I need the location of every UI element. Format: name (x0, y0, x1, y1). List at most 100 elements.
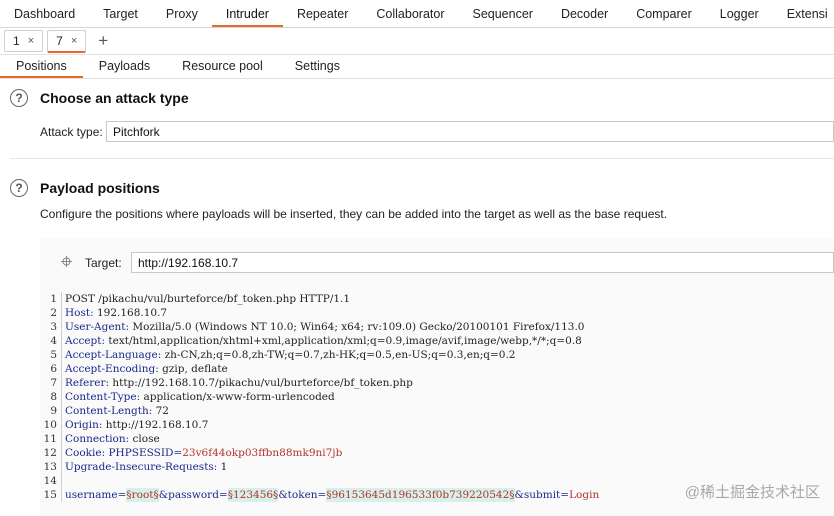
add-tab-button[interactable]: + (98, 31, 108, 51)
top-tab-bar: Dashboard Target Proxy Intruder Repeater Coll… (0, 0, 834, 28)
payload-positions-title: Payload positions (40, 180, 160, 196)
line-number: 12 (40, 446, 62, 460)
attack-type-label: Attack type: (40, 125, 103, 139)
line-number: 11 (40, 432, 62, 446)
attack-tab[interactable]: 1 × (4, 30, 44, 52)
line-number: 5 (40, 348, 62, 362)
tab-sequencer[interactable]: Sequencer (458, 0, 546, 27)
request-text: 72 (152, 405, 169, 417)
attack-tab[interactable]: 7 × (47, 29, 87, 53)
tab-comparer[interactable]: Comparer (622, 0, 706, 27)
request-text: Accept-Language: (65, 349, 162, 361)
line-number: 2 (40, 306, 62, 320)
request-text: &submit= (514, 489, 570, 501)
request-line: 9 Content-Length: 72 (40, 404, 834, 418)
request-text: close (129, 433, 160, 445)
request-text: 23v6f44okp03ffbn88mk9ni7jb (182, 447, 343, 459)
attack-type-header: ? Choose an attack type (10, 89, 189, 107)
request-text: text/html,application/xhtml+xml,applicat… (105, 335, 582, 347)
line-number: 10 (40, 418, 62, 432)
tab-intruder[interactable]: Intruder (211, 0, 283, 27)
tab-collaborator[interactable]: Collaborator (362, 0, 458, 27)
attack-type-title: Choose an attack type (40, 90, 189, 106)
line-number: 8 (40, 390, 62, 404)
request-line: 7 Referer: http://192.168.10.7/pikachu/vu… (40, 376, 834, 390)
request-text: Referer: (65, 377, 110, 389)
request-text: User-Agent: (65, 321, 130, 333)
close-icon[interactable]: × (71, 31, 77, 51)
payload-marker: §96153645d196533f0b739220542§ (326, 488, 515, 502)
payload-marker: §123456§ (227, 488, 279, 502)
payload-positions-header: ? Payload positions (10, 179, 160, 197)
request-text: &password= (158, 489, 228, 501)
crosshair-icon (61, 256, 72, 267)
request-line: 1 POST /pikachu/vul/burteforce/bf_token.p… (40, 292, 834, 306)
line-number: 3 (40, 320, 62, 334)
request-text: 192.168.10.7 (93, 307, 168, 319)
tab-decoder[interactable]: Decoder (547, 0, 622, 27)
request-line: 10 Origin: http://192.168.10.7 (40, 418, 834, 432)
tab-extensi[interactable]: Extensi (773, 0, 834, 27)
section-divider (10, 158, 834, 159)
tab-settings[interactable]: Settings (279, 55, 356, 78)
payload-marker: §root§ (126, 488, 159, 502)
line-number: 6 (40, 362, 62, 376)
tab-payloads[interactable]: Payloads (83, 55, 166, 78)
request-line: 3 User-Agent: Mozilla/5.0 (Windows NT 10.… (40, 320, 834, 334)
attack-type-select[interactable]: Pitchfork (106, 121, 834, 142)
intruder-attack-tabs: 1 × 7 × + (0, 28, 834, 55)
tab-repeater[interactable]: Repeater (283, 0, 362, 27)
request-text: Mozilla/5.0 (Windows NT 10.0; Win64; x64… (129, 321, 585, 333)
request-text: Accept: (65, 335, 106, 347)
request-line: 5 Accept-Language: zh-CN,zh;q=0.8,zh-TW;q… (40, 348, 834, 362)
watermark: @稀土掘金技术社区 (684, 484, 820, 501)
help-icon[interactable]: ? (10, 89, 28, 107)
close-icon[interactable]: × (28, 31, 34, 51)
tab-target[interactable]: Target (89, 0, 152, 27)
help-icon[interactable]: ? (10, 179, 28, 197)
request-editor[interactable]: 1 POST /pikachu/vul/burteforce/bf_token.p… (40, 292, 834, 502)
target-label: Target: (85, 256, 122, 270)
attack-tab-label: 1 (13, 34, 20, 48)
request-text: username= (65, 489, 127, 501)
request-text: &token= (278, 489, 327, 501)
line-number: 7 (40, 376, 62, 390)
line-number: 13 (40, 460, 62, 474)
tab-resource-pool[interactable]: Resource pool (166, 55, 279, 78)
payload-positions-description: Configure the positions where payloads w… (40, 207, 668, 221)
request-text: PHPSESSID= (105, 447, 183, 459)
request-text: Host: (65, 307, 94, 319)
request-line: 2 Host: 192.168.10.7 (40, 306, 834, 320)
line-number: 4 (40, 334, 62, 348)
request-line: 12 Cookie: PHPSESSID= 23v6f44okp03ffbn88mk… (40, 446, 834, 460)
request-line: 13 Upgrade-Insecure-Requests: 1 (40, 460, 834, 474)
request-line: 4 Accept: text/html,application/xhtml+xml… (40, 334, 834, 348)
line-number: 15 (40, 488, 62, 502)
request-line: 8 Content-Type: application/x-www-form-ur… (40, 390, 834, 404)
request-text: http://192.168.10.7/pikachu/vul/burtefor… (109, 377, 413, 389)
request-text: Content-Type: (65, 391, 141, 403)
tab-positions[interactable]: Positions (0, 55, 83, 78)
request-text: http://192.168.10.7 (102, 419, 209, 431)
request-text: Accept-Encoding: (65, 363, 159, 375)
request-text: zh-CN,zh;q=0.8,zh-TW;q=0.7,zh-HK;q=0.5,e… (161, 349, 516, 361)
request-text: application/x-www-form-urlencoded (140, 391, 335, 403)
tab-dashboard[interactable]: Dashboard (0, 0, 89, 27)
line-number: 1 (40, 292, 62, 306)
request-text: Origin: (65, 419, 103, 431)
target-url-input[interactable]: http://192.168.10.7 (131, 252, 834, 273)
tab-proxy[interactable]: Proxy (152, 0, 212, 27)
tab-logger[interactable]: Logger (706, 0, 773, 27)
request-text: gzip, deflate (158, 363, 228, 375)
request-text: Connection: (65, 433, 130, 445)
line-number: 14 (40, 474, 62, 488)
attack-tab-label: 7 (56, 33, 63, 48)
request-text: Content-Length: (65, 405, 153, 417)
request-text: 1 (217, 461, 228, 473)
line-number: 9 (40, 404, 62, 418)
intruder-inner-tabs: Positions Payloads Resource pool Settings (0, 55, 834, 79)
request-text: Upgrade-Insecure-Requests: (65, 461, 218, 473)
request-text: POST /pikachu/vul/burteforce/bf_token.ph… (65, 293, 351, 305)
request-line: 6 Accept-Encoding: gzip, deflate (40, 362, 834, 376)
request-text: Cookie: (65, 447, 106, 459)
